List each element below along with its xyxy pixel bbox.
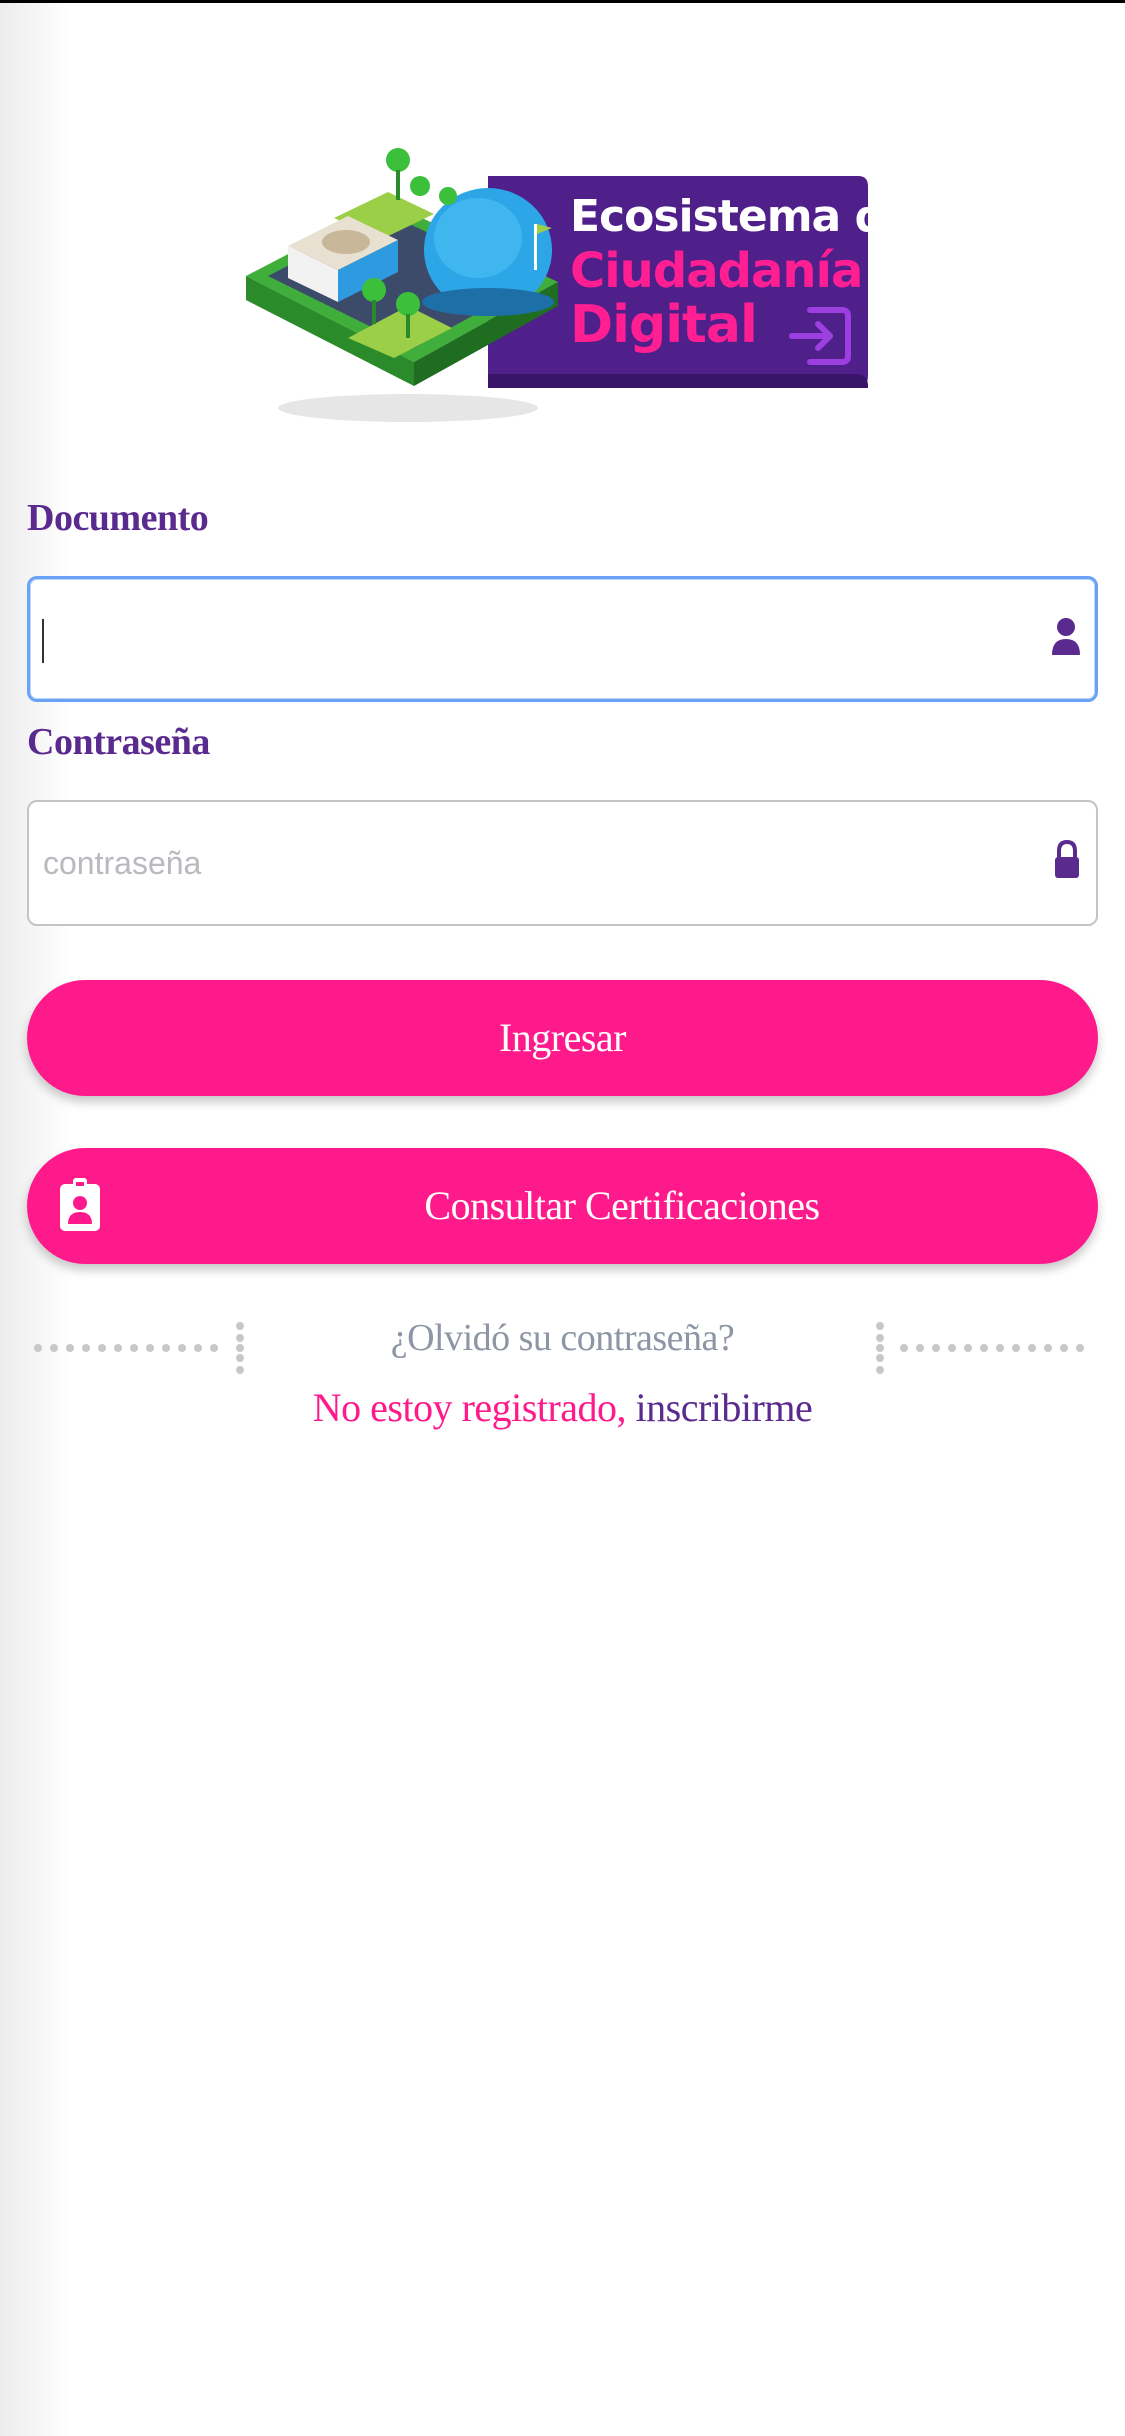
not-registered-text: No estoy registrado, xyxy=(312,1385,627,1430)
certifications-button-label: Consultar Certificaciones xyxy=(424,1183,820,1228)
top-border xyxy=(0,0,1125,3)
password-input[interactable] xyxy=(29,802,1096,924)
document-input[interactable] xyxy=(30,579,1095,699)
register-row: No estoy registrado, inscribirme xyxy=(0,1384,1125,1431)
login-button[interactable]: Ingresar xyxy=(27,980,1098,1096)
password-field-container xyxy=(27,800,1098,926)
logo-line-2: Ciudadanía xyxy=(570,243,863,299)
document-label: Documento xyxy=(27,497,209,539)
logo-line-3: Digital xyxy=(570,295,758,355)
text-caret xyxy=(42,619,44,663)
user-icon xyxy=(1052,618,1080,655)
login-button-label: Ingresar xyxy=(498,1015,627,1060)
password-label: Contraseña xyxy=(27,721,210,763)
register-link[interactable]: inscribirme xyxy=(636,1385,813,1430)
lock-icon xyxy=(1055,839,1079,878)
document-field-container xyxy=(27,576,1098,702)
certifications-button[interactable]: Consultar Certificaciones xyxy=(27,1148,1098,1264)
logo-wordmark: Ecosistema de Ciudadanía Digital xyxy=(570,190,915,355)
forgot-password-link[interactable]: ¿Olvidó su contraseña? xyxy=(0,1316,1125,1360)
logo-line-1: Ecosistema de xyxy=(570,191,915,242)
